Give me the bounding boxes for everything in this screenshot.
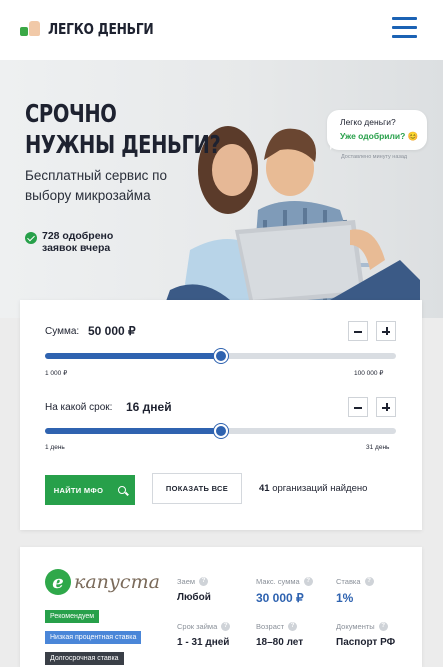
- term-value-offer: 1 - 31 дней: [177, 637, 230, 648]
- smile-icon: 😊: [407, 131, 419, 141]
- tag-low-rate: Низкая процентная ставка: [45, 631, 142, 644]
- rate-label: Ставка?: [336, 577, 374, 586]
- logo-text: ЛЕГКО ДЕНЬГИ: [48, 20, 154, 38]
- offer-card[interactable]: e капуста Рекомендуем Низкая процентная …: [20, 547, 422, 667]
- max-sum-label: Макс. сумма?: [256, 577, 313, 586]
- age-value: 18–80 лет: [256, 637, 304, 648]
- brand-logo: e капуста: [45, 569, 160, 595]
- found-count: 41 организаций найдено: [259, 483, 367, 494]
- amount-increase-button[interactable]: [376, 321, 396, 341]
- amount-value: 50 000 ₽: [88, 324, 136, 338]
- age-label: Возраст?: [256, 622, 298, 631]
- brand-letter: e: [45, 569, 71, 595]
- term-decrease-button[interactable]: [348, 397, 368, 417]
- tag-recommended: Рекомендуем: [45, 610, 100, 623]
- loan-value: Любой: [177, 592, 211, 603]
- help-icon[interactable]: ?: [364, 577, 374, 586]
- amount-label: Сумма:: [45, 326, 80, 337]
- show-all-button[interactable]: ПОКАЗАТЬ ВСЕ: [152, 473, 242, 504]
- rate-value: 1%: [336, 591, 354, 605]
- term-slider-handle[interactable]: [214, 424, 228, 438]
- max-sum-value: 30 000 ₽: [256, 591, 304, 605]
- hero-title: СРОЧНО НУЖНЫ ДЕНЬГИ?: [25, 98, 221, 160]
- hero-title-line1: СРОЧНО: [25, 99, 117, 128]
- help-icon[interactable]: ?: [221, 622, 231, 631]
- approved-stat: 728 одобрено заявок вчера: [25, 230, 113, 254]
- hero-subtitle: Бесплатный сервис по выбору микрозайма: [25, 168, 167, 203]
- menu-icon[interactable]: [392, 17, 417, 39]
- amount-min: 1 000 ₽: [45, 370, 68, 377]
- find-mfo-button[interactable]: НАЙТИ МФО: [45, 475, 135, 505]
- stat-line2: заявок вчера: [42, 242, 111, 254]
- logo[interactable]: ЛЕГКО ДЕНЬГИ: [20, 20, 177, 38]
- term-slider[interactable]: [45, 424, 396, 438]
- loan-label: Заем?: [177, 577, 209, 586]
- found-number: 41: [259, 483, 270, 494]
- loan-calculator: Сумма: 50 000 ₽ 1 000 ₽ 100 000 ₽ На как…: [20, 300, 422, 530]
- check-circle-icon: [25, 232, 37, 244]
- stat-line1: 728 одобрено: [42, 230, 114, 242]
- search-icon: [118, 486, 127, 494]
- help-icon[interactable]: ?: [378, 622, 388, 631]
- term-label: На какой срок:: [45, 402, 113, 413]
- find-mfo-label: НАЙТИ МФО: [53, 485, 104, 495]
- bubble-meta: Доставлено минуту назад: [341, 154, 408, 160]
- thumbs-up-icon: [20, 21, 42, 37]
- amount-max: 100 000 ₽: [354, 370, 384, 377]
- hero-title-line2: НУЖНЫ ДЕНЬГИ?: [25, 130, 221, 159]
- term-slider-fill: [45, 428, 221, 434]
- bubble-answer: Уже одобрили? 😊: [340, 131, 419, 141]
- term-min: 1 день: [45, 444, 65, 451]
- help-icon[interactable]: ?: [199, 577, 209, 586]
- amount-slider-handle[interactable]: [214, 349, 228, 363]
- bubble-question: Легко деньги?: [340, 117, 396, 127]
- site-header: ЛЕГКО ДЕНЬГИ: [0, 0, 443, 60]
- term-increase-button[interactable]: [376, 397, 396, 417]
- amount-slider-fill: [45, 353, 221, 359]
- help-icon[interactable]: ?: [303, 577, 313, 586]
- amount-slider[interactable]: [45, 349, 396, 363]
- docs-label: Документы?: [336, 622, 388, 631]
- amount-decrease-button[interactable]: [348, 321, 368, 341]
- help-icon[interactable]: ?: [288, 622, 298, 631]
- term-max: 31 день: [366, 444, 390, 451]
- found-text: организаций найдено: [272, 483, 368, 494]
- brand-name: капуста: [74, 571, 160, 593]
- hero-banner: СРОЧНО НУЖНЫ ДЕНЬГИ? Бесплатный сервис п…: [0, 60, 443, 318]
- docs-value: Паспорт РФ: [336, 637, 396, 648]
- term-label-offer: Срок займа?: [177, 622, 231, 631]
- chat-bubble: Легко деньги? Уже одобрили? 😊: [327, 110, 427, 150]
- term-value: 16 дней: [126, 400, 172, 414]
- tag-long-term: Долгосрочная ставка: [45, 652, 124, 665]
